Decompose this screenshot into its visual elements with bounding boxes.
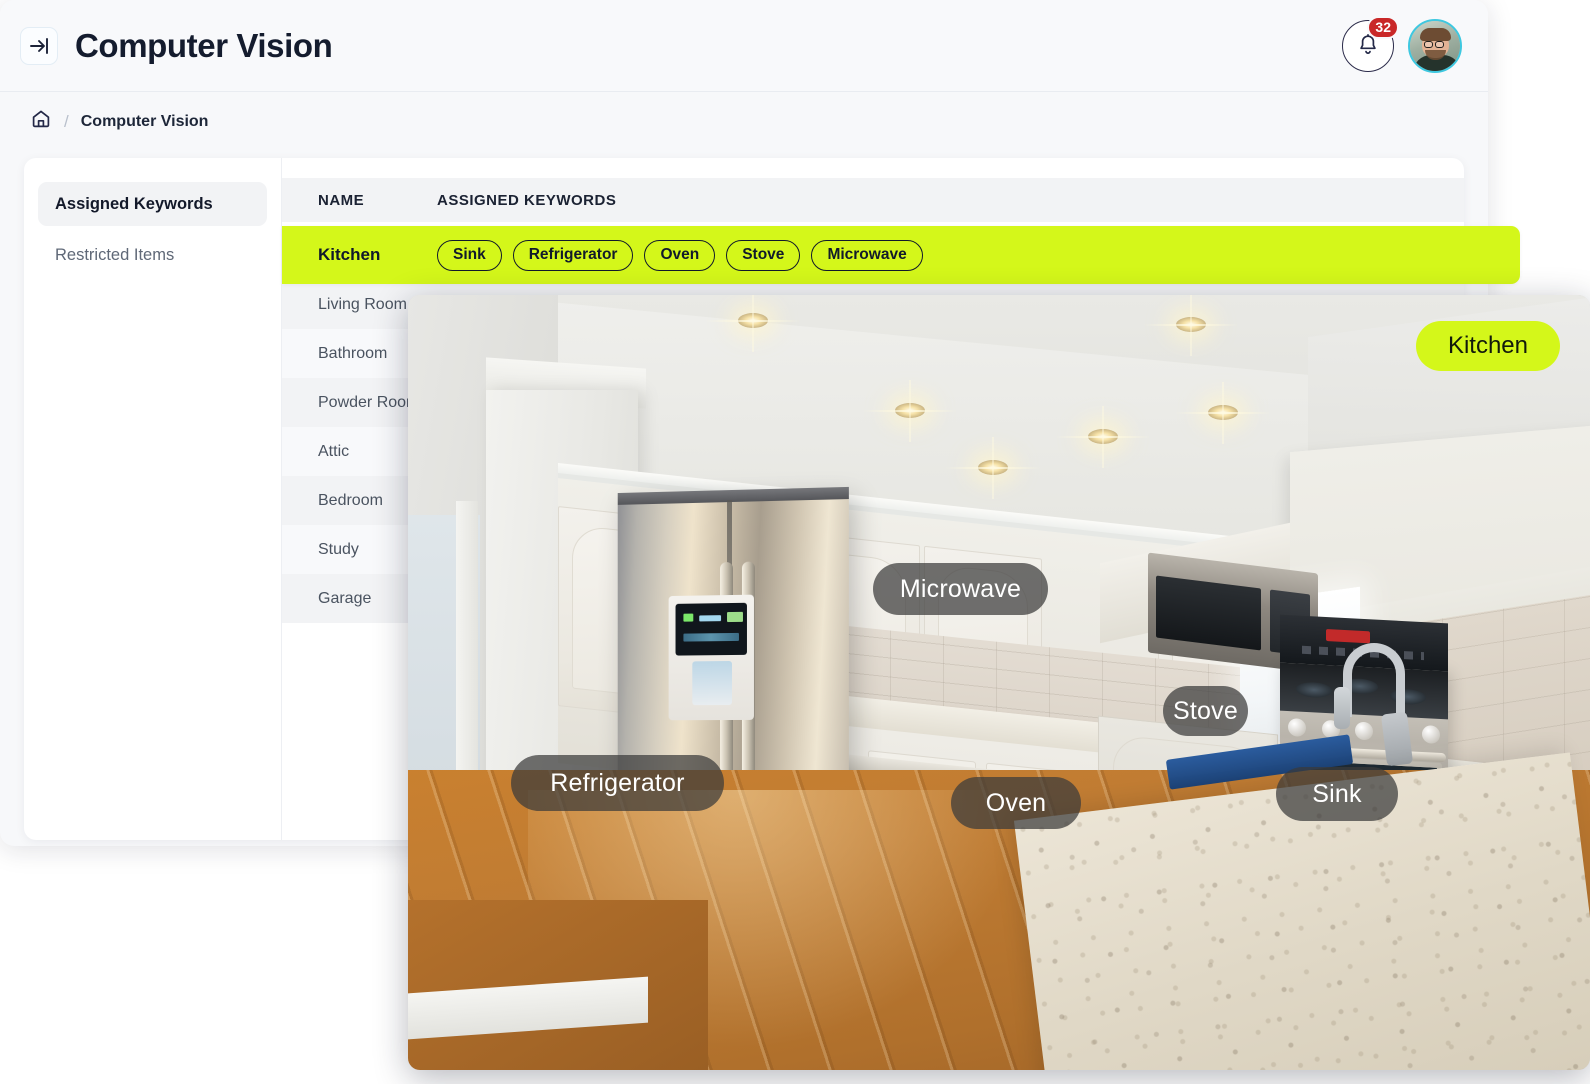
- table-header-row: NAME ASSIGNED KEYWORDS: [282, 178, 1464, 222]
- faucet: [1343, 643, 1405, 717]
- ceiling-light-icon: [1208, 405, 1238, 420]
- table-row-kitchen-selected[interactable]: Kitchen Sink Refrigerator Oven Stove Mic…: [282, 226, 1520, 284]
- assigned-keywords-list: Sink Refrigerator Oven Stove Microwave: [437, 239, 923, 271]
- avatar-glasses-right: [1435, 40, 1444, 48]
- avatar[interactable]: [1408, 18, 1462, 73]
- page-title: Computer Vision: [75, 26, 333, 64]
- screen-root: Computer Vision 32 / Computer Vision Ass…: [0, 0, 1590, 1084]
- notification-badge: 32: [1367, 15, 1399, 39]
- keyword-pill[interactable]: Refrigerator: [512, 239, 634, 271]
- detection-label-sink[interactable]: Sink: [1276, 767, 1398, 821]
- avatar-glasses-left: [1424, 40, 1433, 48]
- ceiling-light-icon: [1088, 429, 1118, 444]
- keyword-pill[interactable]: Microwave: [811, 239, 923, 271]
- faucet-head: [1334, 687, 1350, 729]
- breadcrumb: / Computer Vision: [30, 108, 208, 135]
- detection-label-microwave[interactable]: Microwave: [873, 563, 1048, 615]
- ceiling-light-icon: [738, 313, 768, 328]
- notifications-button[interactable]: 32: [1342, 15, 1399, 72]
- room-tag-badge[interactable]: Kitchen: [1415, 321, 1560, 371]
- top-bar: Computer Vision 32: [0, 0, 1488, 92]
- breadcrumb-separator: /: [64, 111, 69, 131]
- ceiling-light-icon: [1176, 317, 1206, 332]
- sidebar-item-assigned-keywords[interactable]: Assigned Keywords: [38, 182, 267, 226]
- detection-label-stove[interactable]: Stove: [1163, 686, 1248, 736]
- keyword-pill[interactable]: Sink: [437, 239, 502, 271]
- collapse-sidebar-icon[interactable]: [20, 26, 58, 65]
- settings-sidebar: Assigned Keywords Restricted Items: [24, 158, 282, 840]
- detection-label-oven[interactable]: Oven: [951, 777, 1081, 829]
- home-icon[interactable]: [30, 108, 52, 135]
- keyword-pill[interactable]: Stove: [726, 239, 801, 271]
- sidebar-item-label: Restricted Items: [55, 245, 175, 264]
- detection-label-refrigerator[interactable]: Refrigerator: [511, 755, 724, 811]
- breadcrumb-current[interactable]: Computer Vision: [81, 113, 209, 131]
- image-preview-panel[interactable]: Kitchen Microwave Refrigerator Stove Ove…: [408, 295, 1590, 1070]
- kitchen-photo: [408, 295, 1590, 1070]
- ceiling-light-icon: [978, 460, 1008, 475]
- ceiling-light-icon: [895, 403, 925, 418]
- sidebar-item-label: Assigned Keywords: [55, 194, 213, 213]
- row-name: Kitchen: [318, 245, 381, 264]
- sidebar-item-restricted-items[interactable]: Restricted Items: [38, 233, 267, 277]
- column-header-name: NAME: [318, 191, 365, 209]
- top-bar-actions: 32: [1342, 15, 1462, 73]
- avatar-hair: [1420, 27, 1451, 41]
- keyword-pill[interactable]: Oven: [644, 239, 716, 271]
- column-header-keywords: ASSIGNED KEYWORDS: [437, 191, 617, 209]
